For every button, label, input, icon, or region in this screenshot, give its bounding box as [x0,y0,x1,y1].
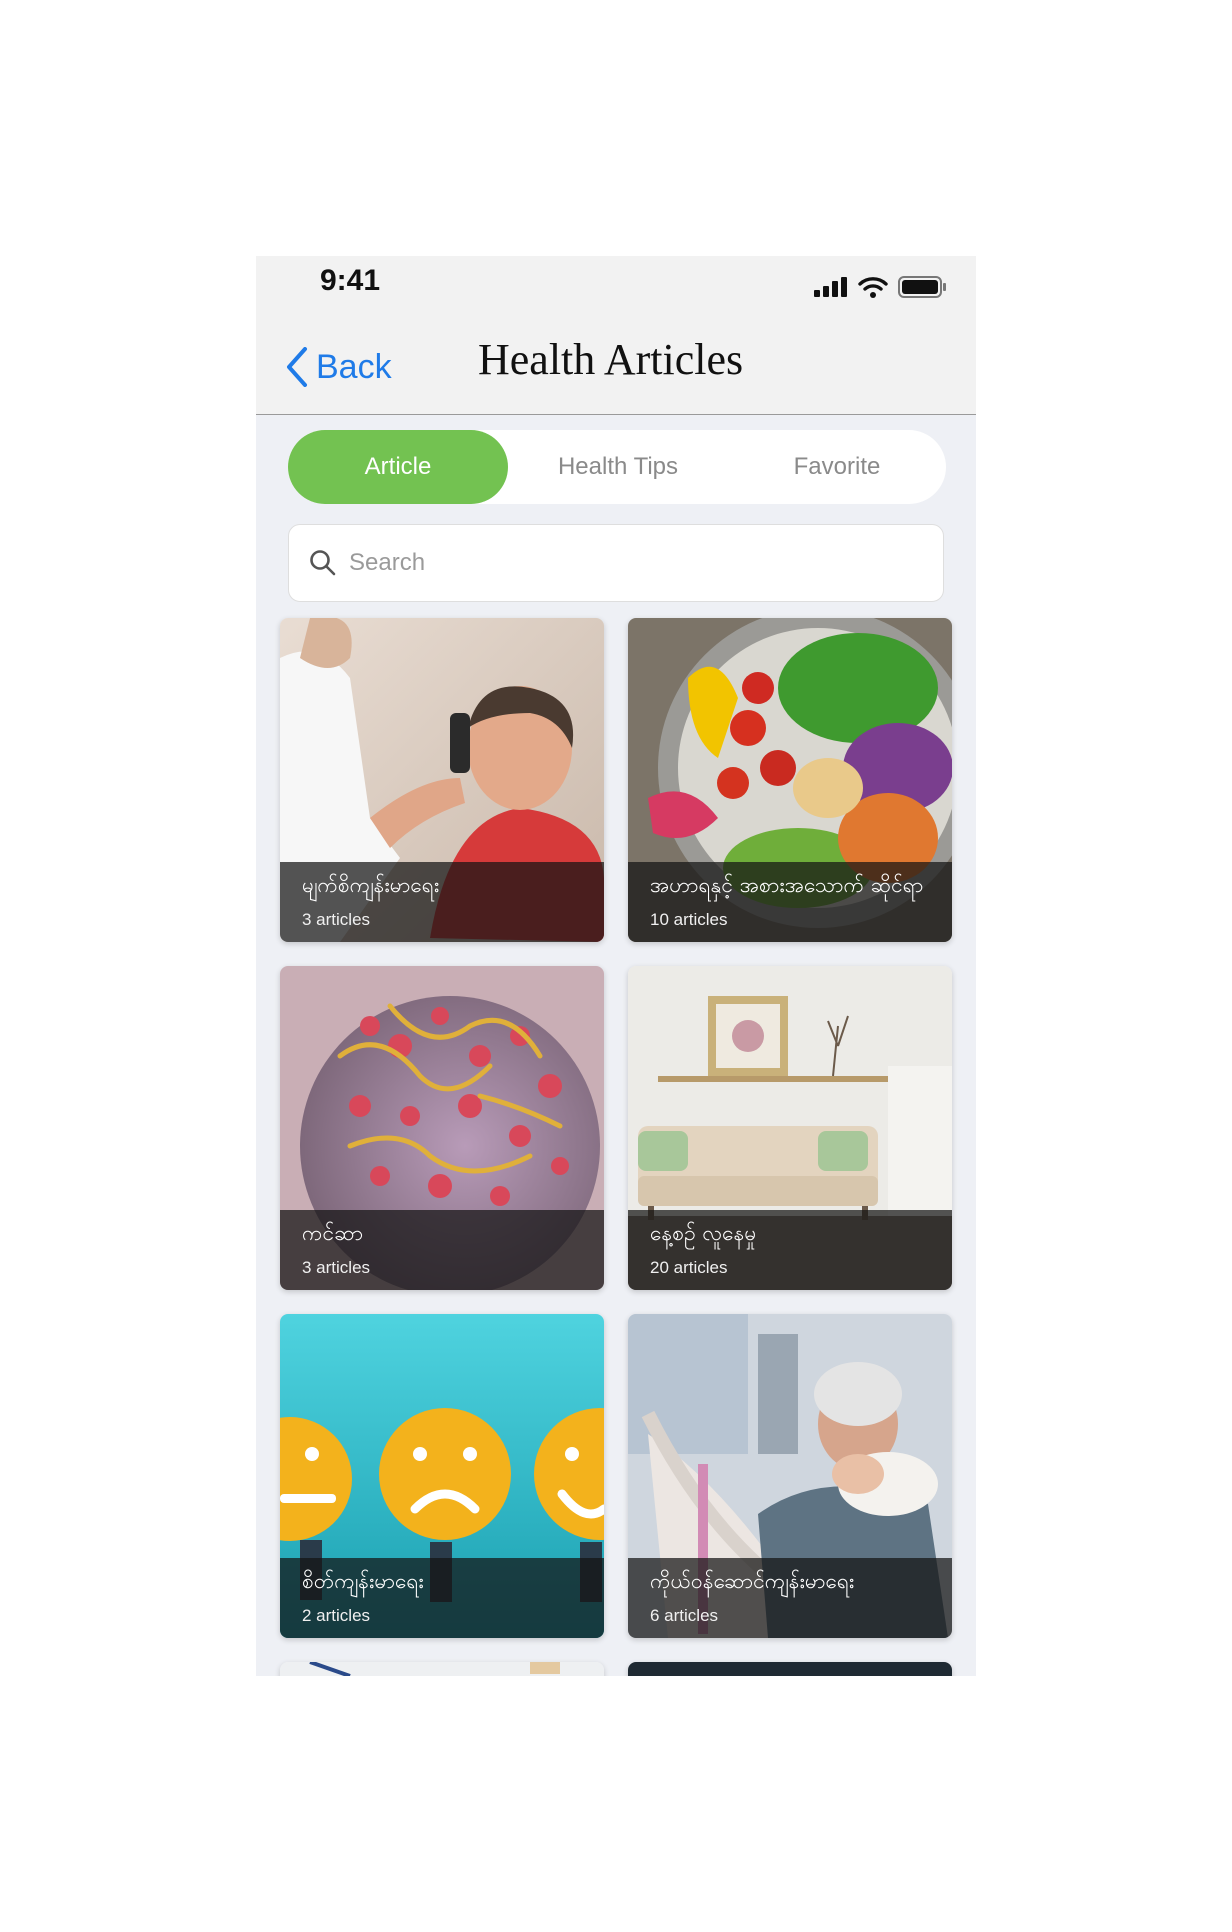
card-caption: မျက်စိကျန်းမာရေး 3 articles [280,862,604,942]
card-caption: ကိုယ်ဝန်ဆောင်ကျန်းမာရေး 6 articles [628,1558,952,1638]
partial-card-image [280,1662,604,1676]
tab-article[interactable]: Article [288,430,508,504]
back-label: Back [316,347,392,386]
category-card-partial[interactable] [280,1662,604,1676]
status-icons [814,272,946,302]
partial-card-image [628,1662,952,1676]
tab-favorite[interactable]: Favorite [728,430,946,504]
category-count: 20 articles [650,1258,728,1277]
category-card-mental-health[interactable]: စိတ်ကျန်းမာရေး 2 articles [280,1314,604,1638]
navigation-bar: Back Health Articles [256,316,976,415]
battery-icon [898,276,946,298]
category-name: အဟာရနှင့် အစားအသောက် ဆိုင်ရာ [650,873,924,897]
category-card-daily-living[interactable]: နေ့စဉ် လူနေမှု 20 articles [628,966,952,1290]
card-caption: အဟာရနှင့် အစားအသောက် ဆိုင်ရာ 10 articles [628,862,952,942]
signal-icon [814,277,847,297]
phone-screen: 9:41 Back Health Articles Article Health… [256,256,976,1676]
search-bar [288,524,944,602]
category-card-eye-health[interactable]: မျက်စိကျန်းမာရေး 3 articles [280,618,604,942]
status-bar: 9:41 [256,256,976,316]
category-card-pregnancy-health[interactable]: ကိုယ်ဝန်ဆောင်ကျန်းမာရေး 6 articles [628,1314,952,1638]
category-card-partial[interactable] [628,1662,952,1676]
card-caption: စိတ်ကျန်းမာရေး 2 articles [280,1558,604,1638]
search-input[interactable] [347,548,911,578]
chevron-left-icon [287,347,307,387]
category-name: ကိုယ်ဝန်ဆောင်ကျန်းမာရေး [650,1569,855,1593]
category-name: စိတ်ကျန်းမာရေး [302,1569,424,1593]
search-icon [310,550,336,576]
card-caption: ကင်ဆာ 3 articles [280,1210,604,1290]
category-count: 2 articles [302,1606,371,1625]
category-card-cancer[interactable]: ကင်ဆာ 3 articles [280,966,604,1290]
category-name: ကင်ဆာ [302,1221,364,1245]
tab-health-tips[interactable]: Health Tips [508,430,728,504]
category-count: 6 articles [650,1606,719,1625]
segmented-tabs: Article Health Tips Favorite [288,430,946,504]
card-caption: နေ့စဉ် လူနေမှု 20 articles [628,1210,952,1290]
status-time: 9:41 [320,264,381,297]
category-count: 3 articles [302,1258,371,1277]
category-count: 3 articles [302,910,371,929]
category-count: 10 articles [650,910,728,929]
category-name: မျက်စိကျန်းမာရေး [302,873,440,897]
category-name: နေ့စဉ် လူနေမှု [650,1221,757,1245]
page-title: Health Articles [478,335,744,384]
wifi-icon [858,277,888,298]
category-card-nutrition[interactable]: အဟာရနှင့် အစားအသောက် ဆိုင်ရာ 10 articles [628,618,952,942]
back-button[interactable]: Back [286,342,392,392]
